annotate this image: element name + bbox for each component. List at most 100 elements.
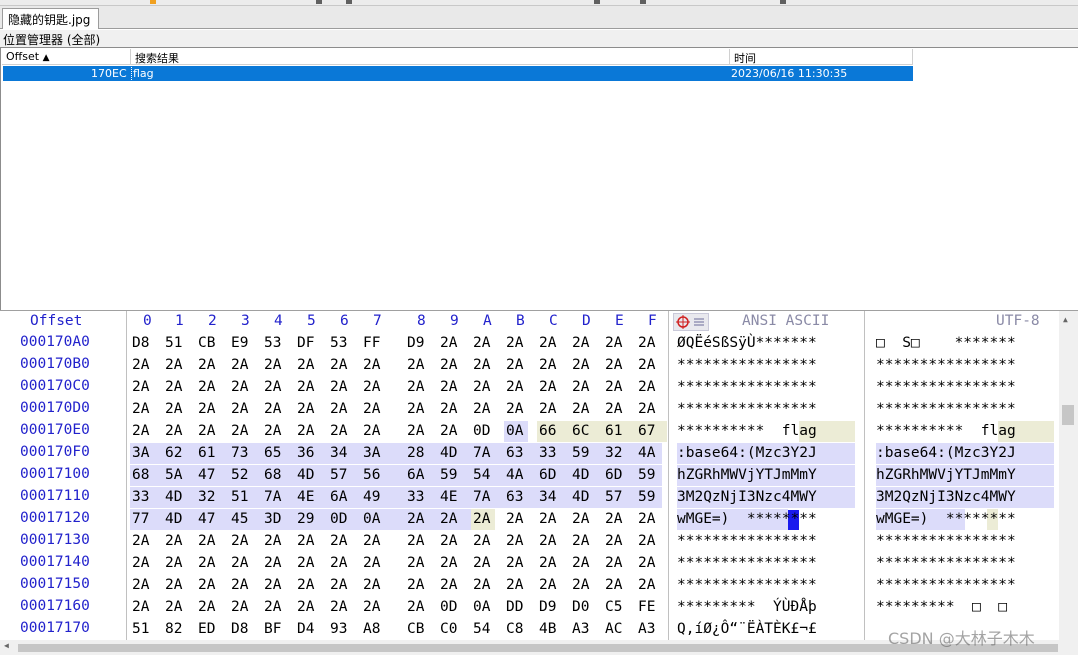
hex-byte[interactable]: 0D — [330, 509, 354, 530]
hex-byte[interactable]: 2A — [539, 509, 563, 530]
hex-byte[interactable]: 0D — [473, 421, 497, 442]
hex-byte[interactable]: 2A — [473, 333, 497, 354]
hex-byte[interactable]: 2A — [539, 531, 563, 552]
hex-byte[interactable]: 2A — [407, 509, 431, 530]
hex-byte[interactable]: 2A — [407, 531, 431, 552]
hex-byte[interactable]: 3A — [132, 443, 156, 464]
hex-byte[interactable]: 33 — [539, 443, 563, 464]
ansi-text[interactable]: ØQËéSßSÿÙ******* — [677, 333, 817, 354]
hex-byte[interactable]: 2A — [638, 399, 662, 420]
hex-byte[interactable]: 67 — [638, 421, 662, 442]
hex-byte[interactable]: 57 — [330, 465, 354, 486]
utf8-text[interactable]: ********** flag — [876, 421, 1016, 442]
hex-byte[interactable]: C5 — [605, 597, 629, 618]
hex-byte[interactable]: 65 — [264, 443, 288, 464]
hex-byte[interactable]: 2A — [605, 509, 629, 530]
hex-byte[interactable]: 2A — [363, 399, 387, 420]
hex-byte[interactable]: 2A — [363, 377, 387, 398]
hex-byte[interactable]: 2A — [297, 531, 321, 552]
hex-byte[interactable]: 2A — [572, 509, 596, 530]
hex-byte[interactable]: 2A — [297, 575, 321, 596]
utf8-text[interactable]: **************** — [876, 553, 1016, 574]
hex-byte[interactable]: 2A — [605, 355, 629, 376]
hex-byte[interactable]: 2A — [330, 377, 354, 398]
hex-byte[interactable]: 28 — [407, 443, 431, 464]
hex-byte[interactable]: 2A — [297, 553, 321, 574]
hex-byte[interactable]: 2A — [473, 553, 497, 574]
ansi-text[interactable]: **************** — [677, 355, 817, 376]
hex-byte[interactable]: 32 — [198, 487, 222, 508]
hex-byte[interactable]: 2A — [506, 333, 530, 354]
hex-byte[interactable]: 0A — [506, 421, 530, 442]
hex-byte[interactable]: 2A — [165, 575, 189, 596]
hex-byte[interactable]: 53 — [330, 333, 354, 354]
hex-byte[interactable]: 2A — [165, 355, 189, 376]
hex-byte[interactable]: 4B — [539, 619, 563, 640]
hex-byte[interactable]: 2A — [539, 399, 563, 420]
hex-byte[interactable]: 4A — [638, 443, 662, 464]
hex-byte[interactable]: 6A — [407, 465, 431, 486]
hex-byte[interactable]: 0A — [473, 597, 497, 618]
utf8-text[interactable]: **************** — [876, 355, 1016, 376]
hex-byte[interactable]: 2A — [473, 575, 497, 596]
hex-byte[interactable]: 2A — [473, 355, 497, 376]
hex-byte[interactable]: 59 — [638, 465, 662, 486]
hex-byte[interactable]: 2A — [440, 531, 464, 552]
utf8-text[interactable]: wMGE=) ******** — [876, 509, 1016, 530]
hex-byte[interactable]: DF — [297, 333, 321, 354]
utf8-text[interactable]: 3M2QzNjI3Nzc4MWY — [876, 487, 1016, 508]
hex-byte[interactable]: E9 — [231, 333, 255, 354]
hex-byte[interactable]: 4D — [440, 443, 464, 464]
hex-byte[interactable]: D8 — [231, 619, 255, 640]
hex-byte[interactable]: 93 — [330, 619, 354, 640]
hex-byte[interactable]: 45 — [231, 509, 255, 530]
hex-byte[interactable]: 2A — [638, 333, 662, 354]
hex-byte[interactable]: 2A — [330, 531, 354, 552]
hex-byte[interactable]: 2A — [638, 355, 662, 376]
hex-byte[interactable]: 2A — [605, 575, 629, 596]
hex-byte[interactable]: 59 — [638, 487, 662, 508]
hex-byte[interactable]: D0 — [572, 597, 596, 618]
utf8-text[interactable]: hZGRhMWVjYTJmMmY — [876, 465, 1016, 486]
hex-byte[interactable]: 2A — [165, 553, 189, 574]
hex-byte[interactable]: 56 — [363, 465, 387, 486]
hex-byte[interactable]: 2A — [330, 355, 354, 376]
hex-byte[interactable]: 2A — [605, 553, 629, 574]
utf8-text[interactable]: □ S□ ******* — [876, 333, 1016, 354]
hex-byte[interactable]: 5A — [165, 465, 189, 486]
hex-byte[interactable]: 2A — [132, 531, 156, 552]
vertical-scrollbar[interactable]: ▲ — [1059, 311, 1078, 641]
scroll-left-icon[interactable]: ◀ — [4, 641, 9, 650]
hex-byte[interactable]: 2A — [539, 575, 563, 596]
hex-byte[interactable]: 2A — [264, 553, 288, 574]
hex-byte[interactable]: 2A — [473, 531, 497, 552]
utf8-text[interactable]: **************** — [876, 377, 1016, 398]
charset-options-button[interactable] — [673, 313, 709, 331]
hex-byte[interactable]: ED — [198, 619, 222, 640]
hex-byte[interactable]: 63 — [506, 443, 530, 464]
hex-byte[interactable]: 2A — [572, 531, 596, 552]
hex-byte[interactable]: 2A — [363, 355, 387, 376]
column-header-time[interactable]: 时间 — [730, 49, 913, 65]
utf8-text[interactable]: :base64:(Mzc3Y2J — [876, 443, 1016, 464]
hex-byte[interactable]: 2A — [330, 575, 354, 596]
hex-byte[interactable]: 2A — [198, 553, 222, 574]
hex-byte[interactable]: 2A — [407, 553, 431, 574]
hex-byte[interactable]: 2A — [330, 553, 354, 574]
hex-byte[interactable]: 2A — [297, 421, 321, 442]
hex-byte[interactable]: 2A — [638, 531, 662, 552]
hex-byte[interactable]: 2A — [473, 377, 497, 398]
hex-byte[interactable]: A8 — [363, 619, 387, 640]
ansi-text[interactable]: :base64:(Mzc3Y2J — [677, 443, 817, 464]
column-header-offset[interactable]: Offset ▲ — [2, 49, 131, 65]
hex-byte[interactable]: 2A — [440, 509, 464, 530]
hex-byte[interactable]: 4D — [297, 465, 321, 486]
hex-byte[interactable]: 2A — [231, 355, 255, 376]
hex-byte[interactable]: 0D — [440, 597, 464, 618]
hex-byte[interactable]: 2A — [198, 597, 222, 618]
hex-byte[interactable]: 2A — [198, 355, 222, 376]
hex-byte[interactable]: 2A — [132, 597, 156, 618]
ansi-text[interactable]: **************** — [677, 531, 817, 552]
hex-byte[interactable]: 2A — [407, 355, 431, 376]
hex-byte[interactable]: 2A — [407, 421, 431, 442]
